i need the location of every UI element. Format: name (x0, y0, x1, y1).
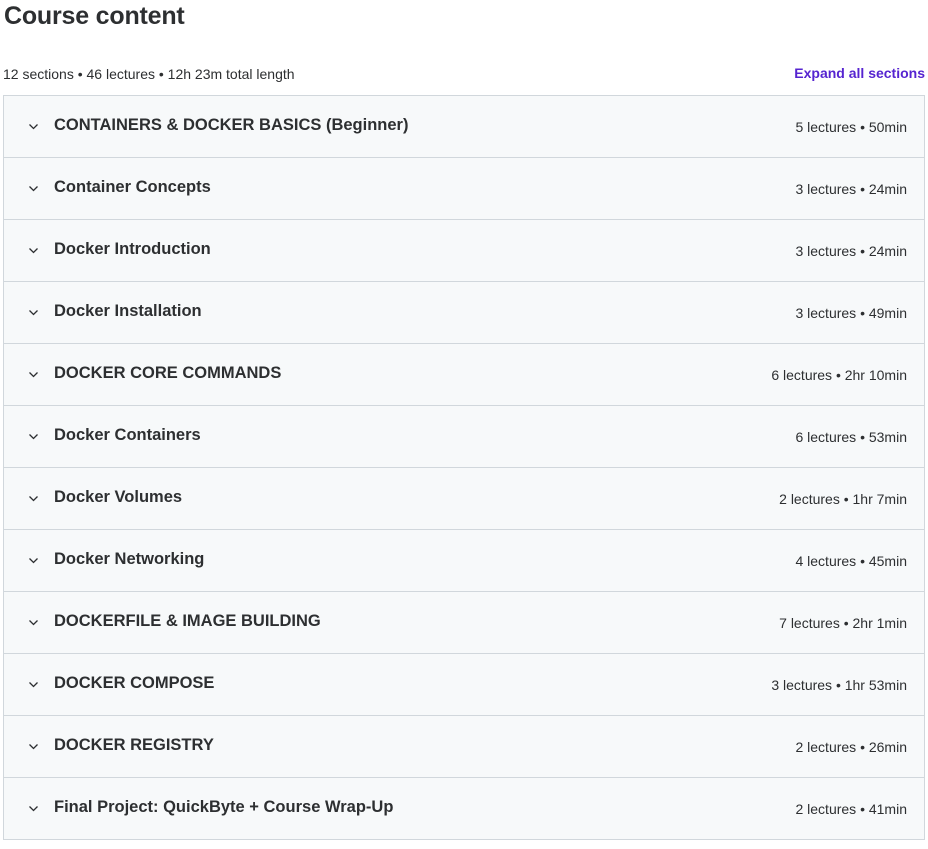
section-header[interactable]: Docker Volumes 2 lectures • 1hr 7min (4, 468, 924, 530)
section-header[interactable]: Docker Networking 4 lectures • 45min (4, 530, 924, 592)
section-title: Docker Installation (54, 302, 202, 320)
course-summary-row: 12 sections • 46 lectures • 12h 23m tota… (3, 64, 925, 84)
section-title: CONTAINERS & DOCKER BASICS (Beginner) (54, 116, 409, 134)
chevron-down-icon (28, 183, 39, 194)
section-header[interactable]: Docker Containers 6 lectures • 53min (4, 406, 924, 468)
section-header[interactable]: DOCKER CORE COMMANDS 6 lectures • 2hr 10… (4, 344, 924, 406)
section-title: DOCKER CORE COMMANDS (54, 364, 282, 382)
sections-accordion: CONTAINERS & DOCKER BASICS (Beginner) 5 … (3, 95, 925, 840)
section-header[interactable]: Container Concepts 3 lectures • 24min (4, 158, 924, 220)
section-meta: 3 lectures • 1hr 53min (771, 677, 907, 693)
section-header[interactable]: DOCKER REGISTRY 2 lectures • 26min (4, 716, 924, 778)
expand-all-sections-button[interactable]: Expand all sections (794, 65, 925, 81)
section-meta: 6 lectures • 2hr 10min (771, 367, 907, 383)
section-header[interactable]: Final Project: QuickByte + Course Wrap-U… (4, 778, 924, 840)
course-summary: 12 sections • 46 lectures • 12h 23m tota… (3, 66, 295, 82)
chevron-down-icon (28, 493, 39, 504)
section-header[interactable]: Docker Installation 3 lectures • 49min (4, 282, 924, 344)
section-meta: 2 lectures • 1hr 7min (779, 491, 907, 507)
course-content-panel: Course content 12 sections • 46 lectures… (0, 0, 928, 849)
section-title: Final Project: QuickByte + Course Wrap-U… (54, 798, 394, 816)
section-title: Container Concepts (54, 178, 211, 196)
section-header[interactable]: DOCKER COMPOSE 3 lectures • 1hr 53min (4, 654, 924, 716)
chevron-down-icon (28, 803, 39, 814)
section-title: DOCKERFILE & IMAGE BUILDING (54, 612, 321, 630)
chevron-down-icon (28, 679, 39, 690)
section-meta: 2 lectures • 41min (795, 801, 907, 817)
section-header[interactable]: DOCKERFILE & IMAGE BUILDING 7 lectures •… (4, 592, 924, 654)
section-meta: 3 lectures • 49min (795, 305, 907, 321)
chevron-down-icon (28, 307, 39, 318)
page-title: Course content (4, 2, 185, 30)
section-meta: 6 lectures • 53min (795, 429, 907, 445)
section-meta: 3 lectures • 24min (795, 243, 907, 259)
chevron-down-icon (28, 617, 39, 628)
chevron-down-icon (28, 245, 39, 256)
section-title: DOCKER COMPOSE (54, 674, 215, 692)
section-meta: 3 lectures • 24min (795, 181, 907, 197)
section-meta: 4 lectures • 45min (795, 553, 907, 569)
section-title: DOCKER REGISTRY (54, 736, 214, 754)
chevron-down-icon (28, 555, 39, 566)
section-header[interactable]: CONTAINERS & DOCKER BASICS (Beginner) 5 … (4, 96, 924, 158)
section-header[interactable]: Docker Introduction 3 lectures • 24min (4, 220, 924, 282)
chevron-down-icon (28, 431, 39, 442)
chevron-down-icon (28, 741, 39, 752)
section-meta: 7 lectures • 2hr 1min (779, 615, 907, 631)
section-meta: 5 lectures • 50min (795, 119, 907, 135)
chevron-down-icon (28, 369, 39, 380)
section-title: Docker Volumes (54, 488, 183, 506)
section-title: Docker Introduction (54, 240, 211, 258)
section-title: Docker Networking (54, 550, 205, 568)
section-meta: 2 lectures • 26min (795, 739, 907, 755)
section-title: Docker Containers (54, 426, 201, 444)
chevron-down-icon (28, 121, 39, 132)
